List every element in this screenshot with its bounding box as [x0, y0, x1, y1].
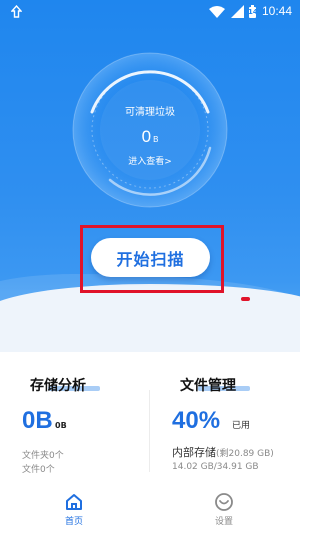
nav-settings[interactable]: 设置 [184, 480, 264, 533]
hero-wave-bottom [0, 284, 300, 352]
internal-storage-label: 内部存储(剩20.89 GB) [172, 444, 274, 460]
storage-used-percent: 40% [172, 407, 221, 434]
battery-level: 14 [248, 8, 258, 16]
file-count: 文件0个 [22, 465, 55, 475]
page-indicator [241, 297, 250, 301]
cleaner-value-number: 0 [141, 127, 152, 146]
bottom-navigation: 首页 设置 [0, 480, 300, 533]
summary-cards: 存储分析 0B 0B 文件夹0个 文件0个 文件管理 40% 已用 内部存储(剩… [0, 352, 300, 480]
status-time: 10:44 [262, 4, 293, 18]
settings-icon [215, 493, 233, 511]
cleaner-value-unit: B [153, 135, 159, 144]
nav-settings-label: 设置 [214, 517, 233, 527]
storage-usage: 14.02 GB/34.91 GB [172, 462, 259, 472]
cleaner-title: 可清理垃圾 [125, 107, 175, 118]
home-icon [66, 494, 82, 510]
nav-home[interactable]: 首页 [34, 480, 114, 533]
storage-used-label: 已用 [232, 421, 251, 431]
storage-analysis-title: 存储分析 [30, 378, 86, 394]
cleaner-value: 0B [70, 127, 230, 147]
signal-icon [231, 5, 244, 18]
folder-count: 文件夹0个 [22, 451, 64, 461]
notification-icon [11, 5, 22, 18]
file-manager-title: 文件管理 [180, 378, 236, 394]
start-scan-button[interactable]: 开始扫描 [91, 238, 210, 277]
nav-home-label: 首页 [64, 517, 83, 527]
file-manager-card[interactable]: 文件管理 40% 已用 内部存储(剩20.89 GB) 14.02 GB/34.… [150, 352, 300, 480]
cleaner-summary: 可清理垃圾 0B 进入查看> [70, 50, 230, 210]
internal-storage-name: 内部存储 [172, 446, 216, 459]
wifi-icon [209, 6, 225, 18]
storage-remaining: (剩20.89 GB) [216, 449, 274, 459]
battery-icon: 14 [248, 4, 258, 19]
storage-analysis-value: 0B [22, 407, 53, 434]
storage-analysis-card[interactable]: 存储分析 0B 0B 文件夹0个 文件0个 [0, 352, 149, 480]
view-details-link[interactable]: 进入查看> [70, 154, 230, 167]
status-bar: 14 10:44 [0, 0, 300, 24]
storage-analysis-unit: 0B [55, 421, 67, 430]
